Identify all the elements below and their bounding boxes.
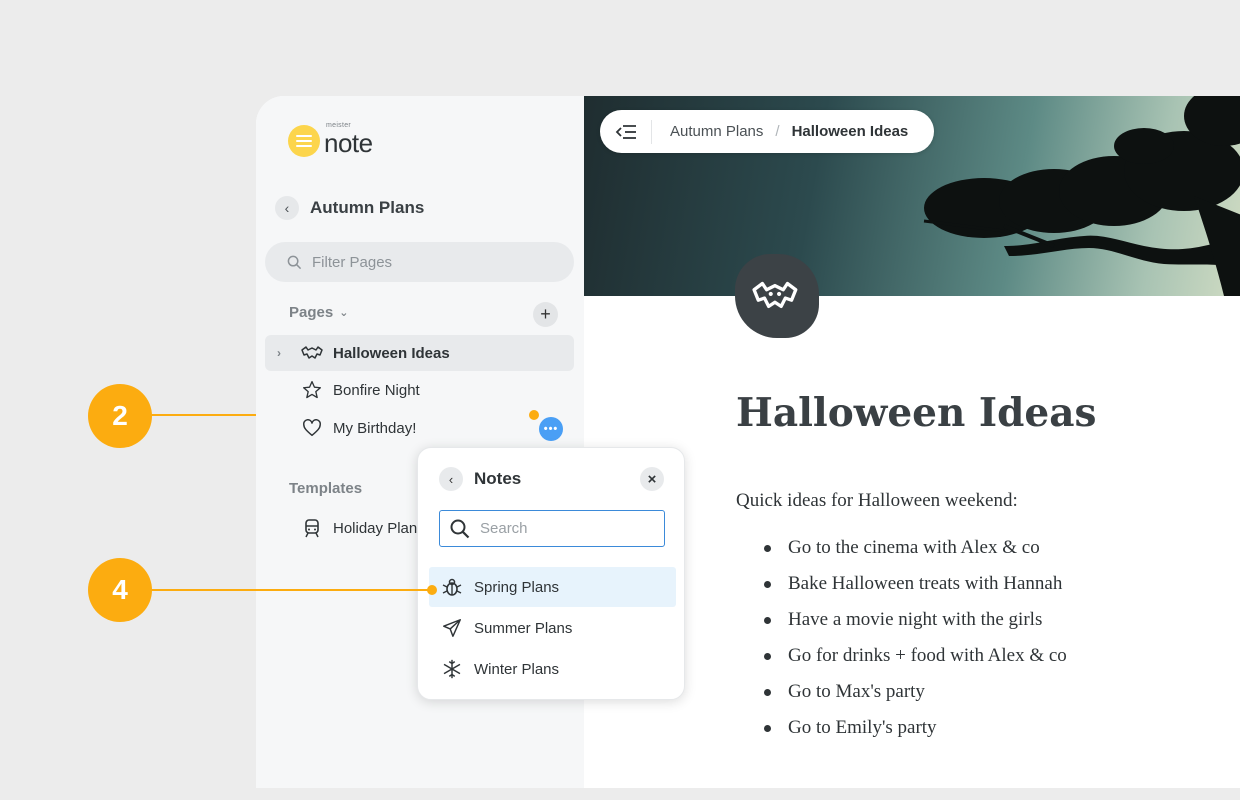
list-item: Go to the cinema with Alex & co bbox=[764, 536, 1067, 572]
note-item-label: Spring Plans bbox=[474, 578, 560, 596]
page-item-halloween-ideas[interactable]: › Halloween Ideas bbox=[265, 335, 574, 371]
cover-image: Autumn Plans / Halloween Ideas bbox=[584, 96, 1240, 296]
search-icon bbox=[450, 519, 470, 538]
note-item-label: Winter Plans bbox=[474, 660, 560, 678]
logo-icon bbox=[288, 125, 320, 157]
breadcrumb-separator: / bbox=[775, 123, 780, 140]
logo-text: note bbox=[324, 128, 373, 158]
notebook-title: Autumn Plans bbox=[310, 198, 425, 217]
more-options-button[interactable]: ••• bbox=[539, 417, 563, 441]
chevron-left-icon[interactable]: ‹ bbox=[439, 467, 463, 491]
page-item-label: My Birthday! bbox=[333, 419, 417, 437]
close-icon[interactable]: × bbox=[640, 467, 664, 491]
templates-heading[interactable]: Templates bbox=[289, 480, 362, 497]
logo-small-text: meister bbox=[326, 122, 352, 129]
add-page-button[interactable]: + bbox=[533, 302, 558, 327]
page-intro: Quick ideas for Halloween weekend: bbox=[736, 490, 1018, 511]
notes-popup: ‹ Notes × Spring Plans Summer Plans Wint… bbox=[417, 447, 685, 700]
callout-4: 4 bbox=[88, 558, 152, 622]
page-bat-icon[interactable] bbox=[735, 254, 819, 338]
popup-title: Notes bbox=[474, 469, 522, 488]
list-item: Bake Halloween treats with Hannah bbox=[764, 572, 1067, 608]
callout-4-line bbox=[150, 589, 432, 591]
page-item-my-birthday[interactable]: My Birthday! bbox=[265, 410, 574, 446]
breadcrumb: Autumn Plans / Halloween Ideas bbox=[600, 110, 934, 153]
note-item-label: Summer Plans bbox=[474, 619, 573, 637]
airplane-icon bbox=[441, 617, 463, 639]
bullet-list: Go to the cinema with Alex & co Bake Hal… bbox=[764, 536, 1067, 752]
pages-heading-label: Pages bbox=[289, 304, 334, 321]
bat-icon bbox=[301, 342, 323, 364]
back-nav[interactable]: ‹ Autumn Plans bbox=[275, 196, 424, 220]
pages-heading[interactable]: Pages ⌄ bbox=[289, 304, 348, 321]
chevron-right-icon[interactable]: › bbox=[277, 346, 281, 360]
note-item-summer-plans[interactable]: Summer Plans bbox=[429, 608, 676, 648]
note-item-spring-plans[interactable]: Spring Plans bbox=[429, 567, 676, 607]
note-item-winter-plans[interactable]: Winter Plans bbox=[429, 649, 676, 689]
page-title: Halloween Ideas bbox=[736, 390, 1097, 436]
breadcrumb-parent[interactable]: Autumn Plans bbox=[670, 123, 763, 140]
train-icon bbox=[301, 517, 323, 539]
filter-placeholder: Filter Pages bbox=[312, 253, 393, 271]
collapse-sidebar-icon[interactable] bbox=[600, 119, 652, 144]
template-item-label: Holiday Plan bbox=[333, 519, 418, 537]
callout-2: 2 bbox=[88, 384, 152, 448]
page-item-label: Bonfire Night bbox=[333, 381, 420, 399]
page-item-bonfire-night[interactable]: Bonfire Night bbox=[265, 372, 574, 408]
snowflake-icon bbox=[441, 658, 463, 680]
callout-2-dot bbox=[529, 410, 539, 420]
filter-pages-input[interactable]: Filter Pages bbox=[265, 242, 574, 282]
chevron-down-icon: ⌄ bbox=[339, 307, 349, 319]
list-item: Go to Max's party bbox=[764, 680, 1067, 716]
bug-icon bbox=[441, 576, 463, 598]
app-window: meister note ‹ Autumn Plans Filter Pages… bbox=[256, 96, 1240, 788]
star-icon bbox=[301, 379, 323, 401]
heart-icon bbox=[301, 417, 323, 439]
list-item: Go for drinks + food with Alex & co bbox=[764, 644, 1067, 680]
search-icon bbox=[287, 255, 302, 269]
popup-search-input[interactable] bbox=[480, 520, 640, 537]
chevron-left-icon[interactable]: ‹ bbox=[275, 196, 299, 220]
popup-search[interactable] bbox=[439, 510, 665, 547]
logo[interactable]: meister note bbox=[288, 122, 373, 158]
breadcrumb-current: Halloween Ideas bbox=[791, 123, 909, 140]
callout-4-dot bbox=[427, 585, 437, 595]
list-item: Have a movie night with the girls bbox=[764, 608, 1067, 644]
list-item: Go to Emily's party bbox=[764, 716, 1067, 752]
page-item-label: Halloween Ideas bbox=[333, 344, 450, 362]
